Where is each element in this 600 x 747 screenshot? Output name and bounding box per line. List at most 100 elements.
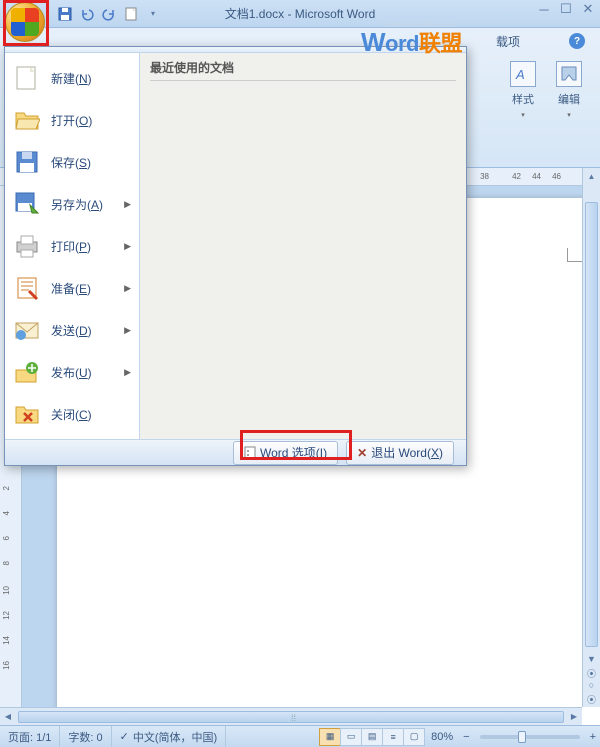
ruler-tick: 4 bbox=[2, 511, 11, 515]
minimize-button[interactable]: ─ bbox=[536, 2, 552, 16]
menu-item-publish[interactable]: 发布(U) ▶ bbox=[5, 351, 139, 393]
window-controls: ─ ☐ ✕ bbox=[536, 2, 596, 16]
saveas-icon bbox=[13, 190, 41, 218]
scroll-down-icon[interactable]: ▼ bbox=[585, 654, 599, 666]
maximize-button[interactable]: ☐ bbox=[558, 2, 574, 16]
ruler-tick: 38 bbox=[480, 172, 489, 181]
new-icon bbox=[13, 64, 41, 92]
office-menu: 新建(N) 打开(O) 保存(S) 另存为(A) ▶ 打印(P) ▶ bbox=[4, 46, 467, 466]
reading-view-icon[interactable]: ▭ bbox=[340, 728, 362, 746]
menu-label: 发送(D) bbox=[51, 322, 92, 339]
scroll-thumb-h[interactable]: ⁞⁞ bbox=[18, 711, 564, 723]
scroll-left-icon[interactable]: ◀ bbox=[0, 709, 16, 725]
outline-view-icon[interactable]: ≡ bbox=[382, 728, 404, 746]
new-doc-icon[interactable] bbox=[121, 4, 141, 24]
scroll-thumb[interactable] bbox=[585, 202, 598, 647]
styles-button[interactable]: A 样式 ▾ bbox=[502, 55, 544, 125]
edit-button[interactable]: 编辑 ▾ bbox=[548, 55, 590, 125]
zoom-out-button[interactable]: − bbox=[459, 731, 473, 743]
menu-label: 关闭(C) bbox=[51, 406, 92, 423]
menu-item-prepare[interactable]: 准备(E) ▶ bbox=[5, 267, 139, 309]
ruler-tick: 6 bbox=[2, 536, 11, 540]
help-icon[interactable]: ? bbox=[569, 33, 585, 49]
horizontal-scrollbar[interactable]: ◀ ⁞⁞ ▶ bbox=[0, 707, 582, 725]
close-button[interactable]: ✕ bbox=[580, 2, 596, 16]
menu-label: 准备(E) bbox=[51, 280, 91, 297]
ruler-tick: 2 bbox=[2, 486, 11, 490]
menu-item-send[interactable]: 发送(D) ▶ bbox=[5, 309, 139, 351]
redo-icon[interactable] bbox=[99, 4, 119, 24]
status-bar: 页面: 1/1 字数: 0 ✓中文(简体，中国) ▦ ▭ ▤ ≡ ▢ 80% −… bbox=[0, 725, 600, 747]
zoom-slider[interactable] bbox=[480, 735, 580, 739]
find-icon bbox=[556, 61, 582, 87]
app-title: 文档1.docx - Microsoft Word bbox=[225, 5, 375, 22]
send-icon bbox=[13, 316, 41, 344]
draft-view-icon[interactable]: ▢ bbox=[403, 728, 425, 746]
submenu-arrow-icon: ▶ bbox=[124, 367, 131, 378]
scroll-up-icon[interactable]: ▲ bbox=[583, 168, 600, 184]
print-layout-view-icon[interactable]: ▦ bbox=[319, 728, 341, 746]
submenu-arrow-icon: ▶ bbox=[124, 283, 131, 294]
browse-object-icon[interactable]: ○ bbox=[585, 680, 599, 692]
ruler-tick: 16 bbox=[2, 661, 11, 670]
menu-item-save[interactable]: 保存(S) bbox=[5, 141, 139, 183]
word-options-button[interactable]: Word 选项(I) bbox=[233, 441, 338, 465]
menu-label: 打印(P) bbox=[51, 238, 91, 255]
status-words[interactable]: 字数: 0 bbox=[60, 726, 111, 747]
open-icon bbox=[13, 106, 41, 134]
menu-item-print[interactable]: 打印(P) ▶ bbox=[5, 225, 139, 267]
menu-label: 发布(U) bbox=[51, 364, 92, 381]
qat-dropdown-icon[interactable]: ▾ bbox=[143, 4, 163, 24]
menu-item-saveas[interactable]: 另存为(A) ▶ bbox=[5, 183, 139, 225]
edit-label: 编辑 bbox=[558, 91, 580, 107]
save-icon[interactable] bbox=[55, 4, 75, 24]
menu-item-new[interactable]: 新建(N) bbox=[5, 57, 139, 99]
status-language[interactable]: ✓中文(简体，中国) bbox=[112, 726, 227, 747]
office-button[interactable] bbox=[5, 2, 45, 42]
next-page-icon[interactable]: ⦿ bbox=[585, 693, 599, 705]
ruler-tick: 8 bbox=[2, 561, 11, 565]
print-icon bbox=[13, 232, 41, 260]
view-buttons: ▦ ▭ ▤ ≡ ▢ bbox=[320, 728, 425, 746]
zoom-slider-knob[interactable] bbox=[518, 731, 526, 743]
recent-documents-panel: 最近使用的文档 bbox=[140, 53, 466, 439]
ruler-tick: 14 bbox=[2, 636, 11, 645]
office-menu-left: 新建(N) 打开(O) 保存(S) 另存为(A) ▶ 打印(P) ▶ bbox=[5, 53, 140, 439]
vertical-scrollbar[interactable]: ▲ ▼ ⦿ ○ ⦿ bbox=[582, 168, 600, 707]
menu-item-open[interactable]: 打开(O) bbox=[5, 99, 139, 141]
publish-icon bbox=[13, 358, 41, 386]
ruler-tick: 12 bbox=[2, 611, 11, 620]
quick-access-toolbar: ▾ bbox=[55, 4, 163, 24]
menu-label: 另存为(A) bbox=[51, 196, 103, 213]
margin-corner-icon bbox=[567, 248, 582, 262]
menu-item-close[interactable]: 关闭(C) bbox=[5, 393, 139, 435]
exit-word-button[interactable]: ✕ 退出 Word(X) bbox=[346, 441, 454, 465]
submenu-arrow-icon: ▶ bbox=[124, 199, 131, 210]
status-language-label: 中文(简体，中国) bbox=[133, 729, 217, 745]
undo-icon[interactable] bbox=[77, 4, 97, 24]
ruler-tick: 10 bbox=[2, 586, 11, 595]
ruler-tick: 44 bbox=[532, 172, 541, 181]
title-bar: ▾ 文档1.docx - Microsoft Word ─ ☐ ✕ bbox=[0, 0, 600, 28]
menu-label: 保存(S) bbox=[51, 154, 91, 171]
styles-label: 样式 bbox=[512, 91, 534, 107]
prev-page-icon[interactable]: ⦿ bbox=[585, 667, 599, 679]
status-page[interactable]: 页面: 1/1 bbox=[0, 726, 60, 747]
ruler-tick: 42 bbox=[512, 172, 521, 181]
office-menu-footer: Word 选项(I) ✕ 退出 Word(X) bbox=[5, 439, 466, 465]
options-label: Word 选项(I) bbox=[260, 444, 327, 461]
menu-label: 新建(N) bbox=[51, 70, 92, 87]
ribbon-tab-partial[interactable]: 载项 bbox=[496, 33, 520, 50]
web-view-icon[interactable]: ▤ bbox=[361, 728, 383, 746]
svg-text:A: A bbox=[515, 67, 525, 82]
office-logo-icon bbox=[11, 8, 39, 36]
ruler-tick: 46 bbox=[552, 172, 561, 181]
prepare-icon bbox=[13, 274, 41, 302]
zoom-level[interactable]: 80% bbox=[425, 731, 459, 743]
recent-documents-title: 最近使用的文档 bbox=[150, 59, 456, 81]
submenu-arrow-icon: ▶ bbox=[124, 325, 131, 336]
save-icon bbox=[13, 148, 41, 176]
scroll-right-icon[interactable]: ▶ bbox=[566, 709, 582, 725]
exit-icon: ✕ bbox=[357, 446, 367, 460]
zoom-in-button[interactable]: + bbox=[586, 731, 600, 743]
